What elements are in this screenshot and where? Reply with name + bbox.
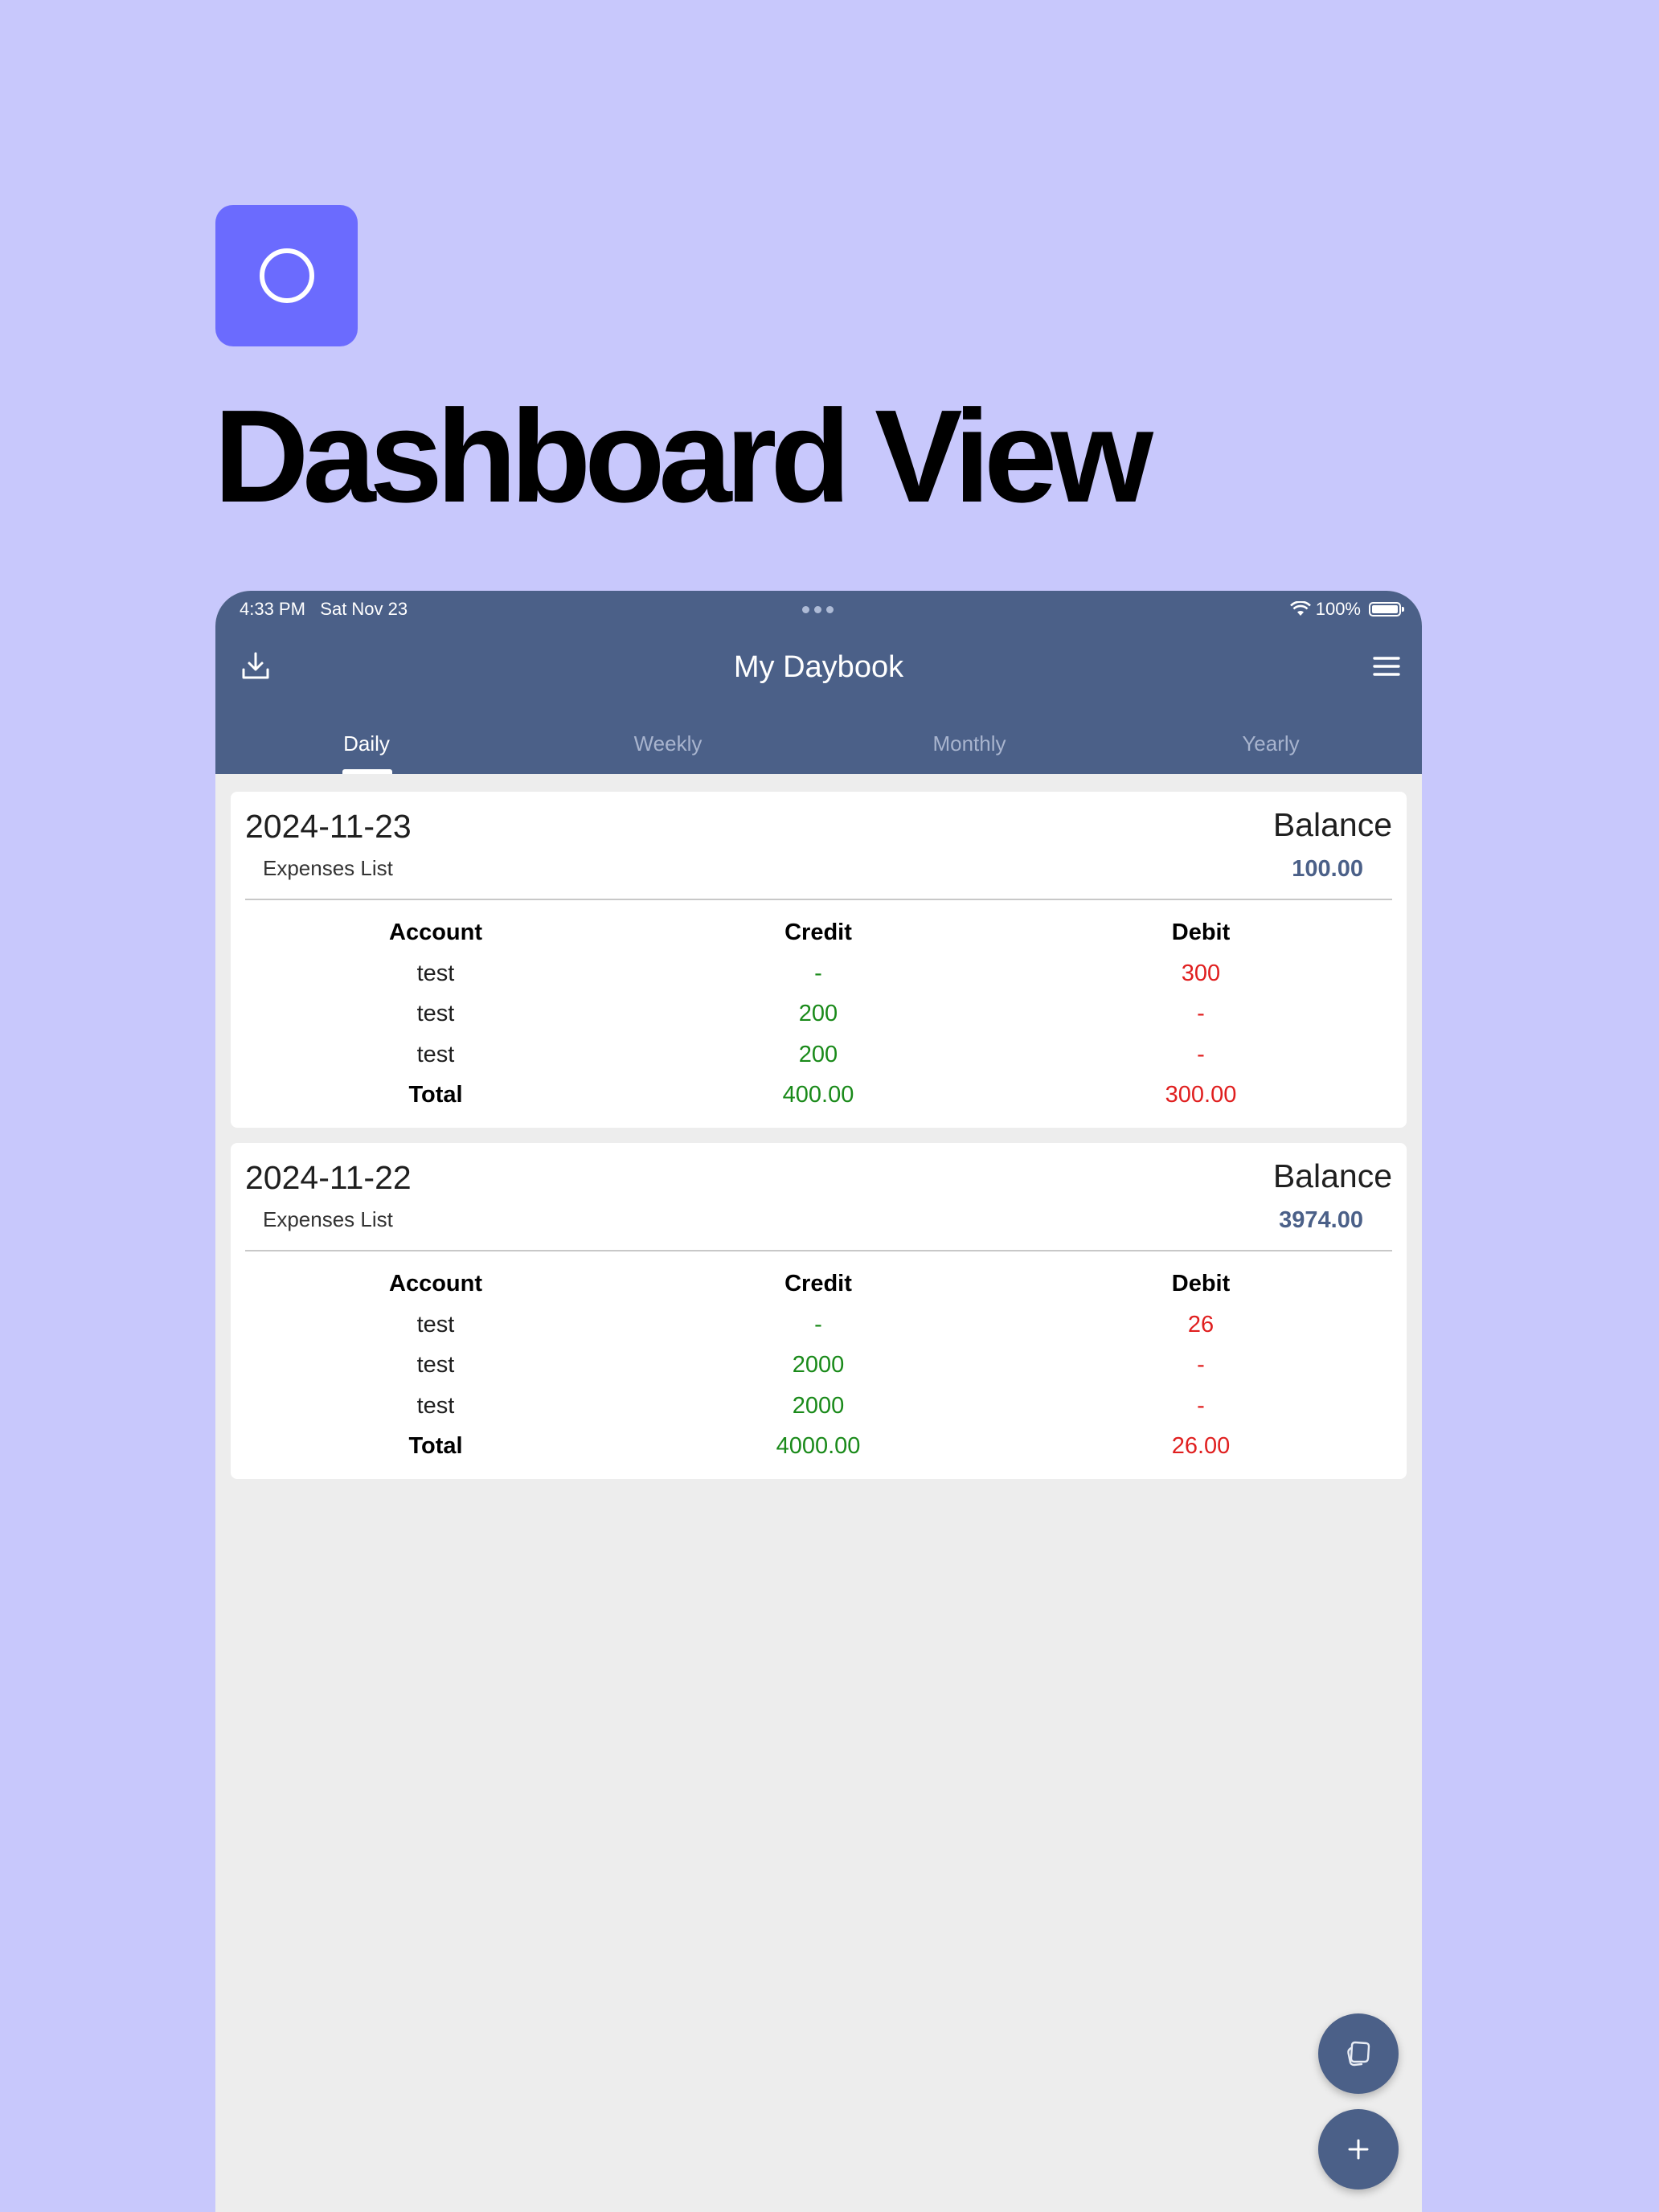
debit-cell: 300 [1181,960,1221,986]
hamburger-menu-icon [1373,657,1400,676]
total-label: Total [408,1433,463,1459]
tab-monthly[interactable]: Monthly [818,713,1120,774]
credit-cell: 200 [798,1001,838,1026]
table-header-row: Account Credit Debit [231,912,1407,953]
circle-logo-icon [259,248,314,303]
status-time: 4:33 PM Sat Nov 23 [240,599,408,619]
debit-cell: - [1197,1392,1205,1419]
total-label: Total [408,1082,463,1108]
debit-cell: - [1197,1001,1205,1026]
wifi-icon [1289,601,1311,616]
day-card: 2024-11-23 Balance Expenses List 100.00 … [231,792,1407,1128]
tab-daily[interactable]: Daily [215,713,518,774]
total-debit: 300.00 [1165,1082,1237,1108]
balance-value: 100.00 [1292,856,1363,882]
divider [245,1250,1392,1251]
debit-cell: 26 [1187,1311,1215,1337]
menu-button[interactable] [1362,642,1411,690]
credit-cell: - [814,1311,822,1337]
entries-table: Account Credit Debit test - 26 test 2000… [231,1264,1407,1467]
logo-tile [215,205,358,346]
entries-table: Account Credit Debit test - 300 test 200… [231,912,1407,1116]
battery-percent: 100% [1315,599,1361,619]
plus-icon [1348,2139,1369,2160]
tab-weekly[interactable]: Weekly [517,713,819,774]
multitask-dots-icon[interactable] [802,606,834,613]
card-date: 2024-11-22 [245,1159,412,1196]
account-cell: test [416,1001,455,1026]
tablet-screen: 4:33 PM Sat Nov 23 100% My Daybook Daily… [215,591,1422,2212]
app-title: My Daybook [733,650,904,684]
app-bar: My Daybook [215,625,1422,713]
active-tab-indicator [342,769,392,774]
app-header: 4:33 PM Sat Nov 23 100% My Daybook Daily… [215,591,1422,774]
balance-value: 3974.00 [1279,1207,1363,1233]
col-debit-header: Debit [1171,920,1231,945]
col-credit-header: Credit [784,1271,852,1296]
total-row: Total 4000.00 26.00 [231,1426,1407,1467]
expenses-list-label: Expenses List [263,1207,393,1231]
col-account-header: Account [389,1271,482,1296]
card-date: 2024-11-23 [245,808,412,845]
table-row[interactable]: test 2000 - [231,1345,1407,1386]
account-cell: test [416,1041,455,1067]
account-cell: test [416,1311,455,1337]
balance-label: Balance [1272,1157,1392,1194]
page-headline: Dashboard View [214,383,1153,530]
total-debit: 26.00 [1171,1433,1231,1459]
total-credit: 4000.00 [776,1433,861,1459]
account-cell: test [416,1392,455,1419]
account-cell: test [416,960,455,986]
debit-cell: - [1197,1041,1205,1067]
cards-icon [1347,2041,1370,2067]
table-row[interactable]: test - 300 [231,953,1407,994]
add-entry-button[interactable] [1318,2109,1399,2189]
period-tabs: Daily Weekly Monthly Yearly [215,713,1422,774]
table-row[interactable]: test 2000 - [231,1386,1407,1427]
balance-label: Balance [1272,806,1392,843]
battery-icon [1369,602,1404,616]
secondary-fab-button[interactable] [1318,2013,1399,2094]
day-card: 2024-11-22 Balance Expenses List 3974.00… [231,1143,1407,1479]
table-row[interactable]: test - 26 [231,1305,1407,1346]
table-header-row: Account Credit Debit [231,1264,1407,1305]
divider [245,899,1392,900]
credit-cell: 2000 [792,1352,845,1378]
account-cell: test [416,1352,455,1378]
expenses-list-label: Expenses List [263,856,393,880]
tab-yearly[interactable]: Yearly [1120,713,1422,774]
col-debit-header: Debit [1171,1271,1231,1296]
status-bar: 4:33 PM Sat Nov 23 100% [215,591,1422,625]
table-row[interactable]: test 200 - [231,993,1407,1034]
col-account-header: Account [389,920,482,945]
debit-cell: - [1197,1352,1205,1378]
credit-cell: - [814,960,822,986]
table-row[interactable]: test 200 - [231,1034,1407,1075]
credit-cell: 200 [798,1041,838,1067]
total-credit: 400.00 [782,1082,854,1108]
col-credit-header: Credit [784,920,852,945]
total-row: Total 400.00 300.00 [231,1075,1407,1116]
status-right: 100% [1289,599,1404,620]
credit-cell: 2000 [792,1392,845,1419]
